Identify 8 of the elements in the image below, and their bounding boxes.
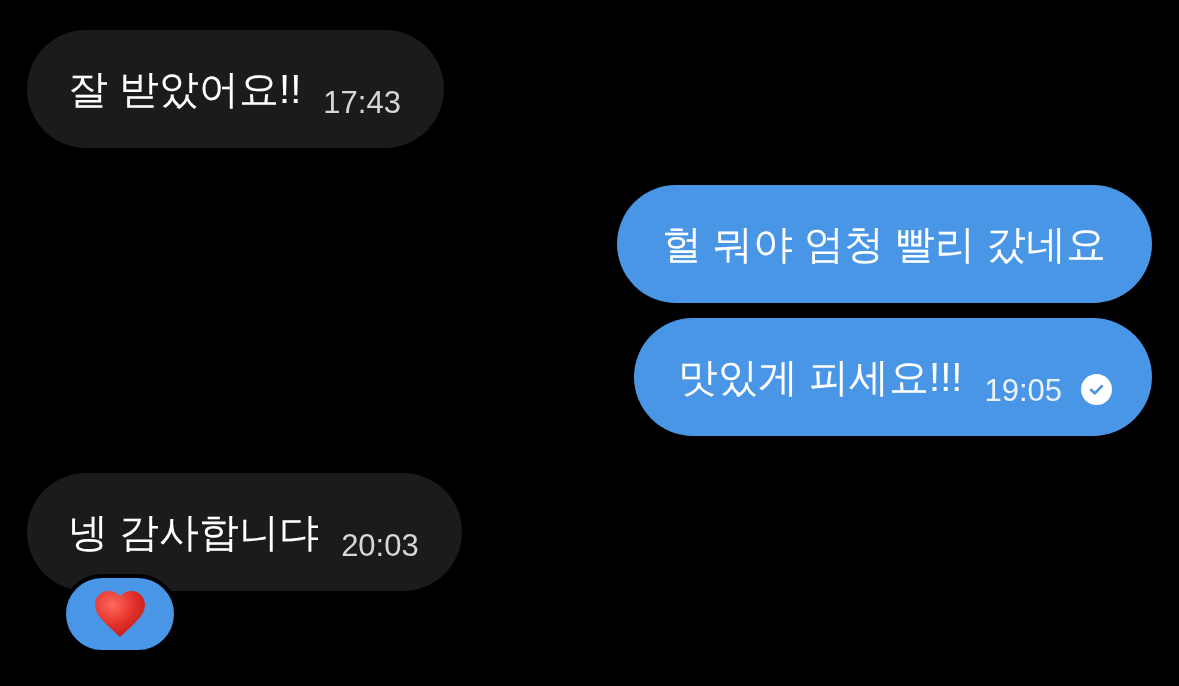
heart-icon (95, 591, 145, 637)
message-text: 넹 감사합니댜 (68, 509, 320, 556)
message-text: 맛있게 피세요!!! (677, 354, 963, 401)
message-time: 17:43 (323, 83, 401, 118)
message-time: 20:03 (341, 526, 419, 561)
message-text: 헐 뭐야 엄청 빨리 갔네요 (661, 221, 1106, 268)
message-text: 잘 받았어요!! (68, 66, 302, 113)
message-time: 19:05 (984, 371, 1062, 406)
